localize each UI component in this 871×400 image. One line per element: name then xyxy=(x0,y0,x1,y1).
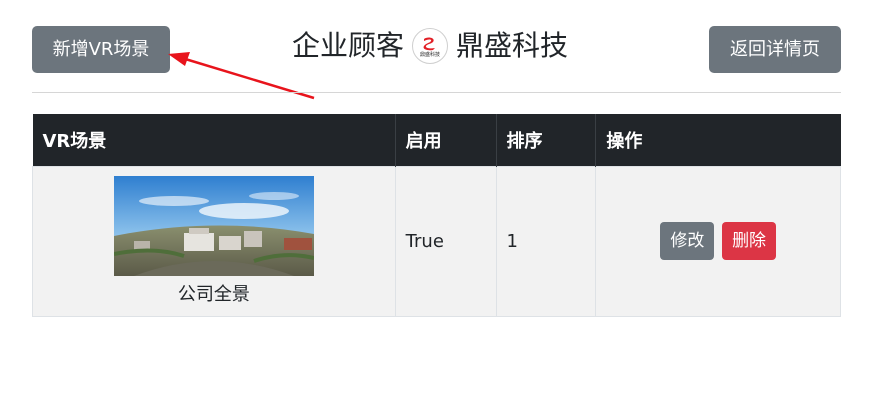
add-vr-scene-button[interactable]: 新增VR场景 xyxy=(32,26,170,73)
scene-panorama-thumbnail[interactable] xyxy=(113,176,314,276)
page-title: 企业顾客 鼎盛科技 鼎盛科技 xyxy=(292,26,568,66)
delete-button[interactable]: 删除 xyxy=(722,222,777,260)
company-logo: 鼎盛科技 xyxy=(412,28,449,64)
vr-scene-table: VR场景 启用 排序 操作 公司全景 True 1 修改 删除 xyxy=(32,114,841,317)
order-cell: 1 xyxy=(495,165,597,317)
edit-button[interactable]: 修改 xyxy=(660,222,715,260)
scene-cell: 公司全景 xyxy=(32,165,396,317)
column-header-actions: 操作 xyxy=(595,114,841,166)
logo-text: 鼎盛科技 xyxy=(420,51,441,58)
back-to-detail-button[interactable]: 返回详情页 xyxy=(709,26,841,73)
enabled-cell: True xyxy=(394,165,497,317)
title-text-left: 企业顾客 xyxy=(292,29,405,62)
column-header-order: 排序 xyxy=(496,114,597,166)
column-header-enabled: 启用 xyxy=(395,114,497,166)
actions-cell: 修改 删除 xyxy=(595,165,841,317)
logo-mark-icon xyxy=(423,37,436,50)
column-header-vr-scene: VR场景 xyxy=(32,114,396,166)
page-header: 新增VR场景 企业顾客 鼎盛科技 鼎盛科技 返回详情页 xyxy=(32,26,841,74)
scene-name: 公司全景 xyxy=(177,284,250,305)
header-divider xyxy=(32,92,841,93)
table-header-row: VR场景 启用 排序 操作 xyxy=(32,114,841,166)
table-row: 公司全景 True 1 修改 删除 xyxy=(32,165,841,317)
title-text-right: 鼎盛科技 xyxy=(456,29,569,62)
